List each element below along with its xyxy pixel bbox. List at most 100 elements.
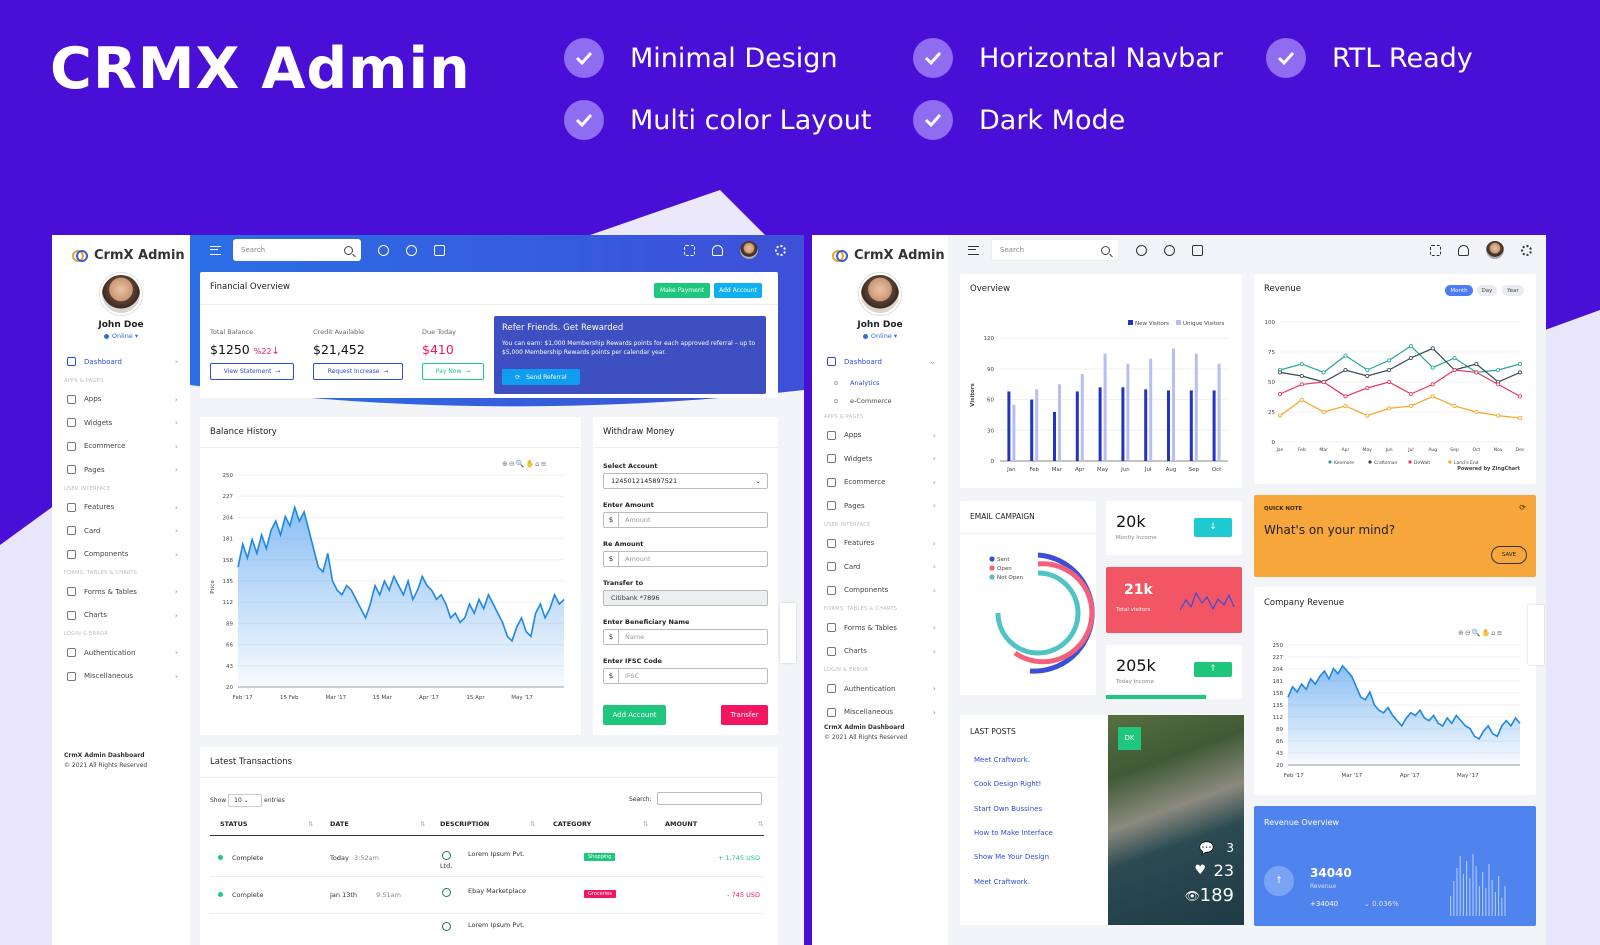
topbar-avatar[interactable] <box>1486 241 1504 259</box>
sidebar-item-card[interactable]: Card › <box>52 519 190 543</box>
sidebar-subitem-e-commerce[interactable]: e-Commerce <box>812 392 948 410</box>
ifsc-input[interactable]: $ IFSC <box>603 668 768 684</box>
sidebar-item-miscellaneous[interactable]: Miscellaneous › <box>812 701 948 725</box>
sidebar-item-forms-tables[interactable]: Forms & Tables › <box>812 616 948 640</box>
table-search-input[interactable] <box>657 792 762 805</box>
post-photo[interactable]: DK 💬 3 ♥ 23 👁 189 <box>1108 715 1244 925</box>
column-header-description[interactable]: DESCRIPTION <box>440 820 489 828</box>
fullscreen-icon[interactable] <box>1430 244 1441 256</box>
chat-icon[interactable] <box>378 244 389 256</box>
search-input[interactable]: Search <box>233 239 361 261</box>
sidebar-item-forms-tables[interactable]: Forms & Tables › <box>52 580 190 604</box>
sort-icon[interactable]: ⇅ <box>420 820 425 828</box>
refresh-icon[interactable]: ⟳ <box>1519 503 1526 512</box>
tab-day[interactable]: Day <box>1477 285 1497 296</box>
user-status[interactable]: Online ▾ <box>812 332 948 340</box>
amount-input[interactable]: $ Amount <box>603 512 768 528</box>
column-header-amount[interactable]: AMOUNT <box>665 820 697 828</box>
menu-icon[interactable] <box>210 245 221 255</box>
user-status[interactable]: Online ▾ <box>52 332 190 340</box>
sidebar-item-components[interactable]: Components › <box>52 543 190 567</box>
add-account-button[interactable]: Add Account <box>714 283 762 298</box>
tab-year[interactable]: Year <box>1502 285 1524 296</box>
description-text: Ltd. <box>440 862 453 870</box>
x-tick-label: Feb '17 <box>233 695 253 701</box>
page-size-select[interactable]: 10 ⌄ <box>228 794 263 807</box>
menu-icon[interactable] <box>968 245 979 255</box>
topbar-avatar[interactable] <box>740 241 758 259</box>
avatar[interactable] <box>100 273 142 315</box>
sidebar-item-components[interactable]: Components › <box>812 579 948 603</box>
sidebar-item-charts[interactable]: Charts › <box>52 604 190 628</box>
chevron-icon: › <box>932 707 936 717</box>
sidebar-item-miscellaneous[interactable]: Miscellaneous › <box>52 665 190 689</box>
send-referral-button[interactable]: ⟳ Send Referral <box>502 369 580 385</box>
sidebar-item-apps[interactable]: Apps › <box>812 424 948 448</box>
clipboard-icon[interactable] <box>1192 244 1203 256</box>
floating-tools[interactable] <box>780 603 796 663</box>
re-amount-input[interactable]: $ Amount <box>603 551 768 567</box>
sidebar-item-widgets[interactable]: Widgets › <box>812 447 948 471</box>
quick-note-input[interactable]: What's on your mind? <box>1264 523 1395 537</box>
account-select[interactable]: 1245012145897521 ⌄ <box>603 473 768 489</box>
at-icon[interactable] <box>1164 244 1175 256</box>
column-header-date[interactable]: DATE <box>330 820 349 828</box>
pages-icon <box>67 465 76 475</box>
add-account-submit-button[interactable]: Add Account <box>603 705 666 725</box>
sidebar-item-card[interactable]: Card › <box>812 555 948 579</box>
column-header-status[interactable]: STATUS <box>220 820 248 828</box>
heart-icon[interactable]: ♥ <box>1194 863 1206 878</box>
sidebar-item-ecommerce[interactable]: Ecommerce › <box>52 435 190 459</box>
sidebar-item-dashboard[interactable]: Dashboard ⌄ <box>812 350 948 374</box>
sidebar-item-ecommerce[interactable]: Ecommerce › <box>812 471 948 495</box>
pay-now-button[interactable]: Pay Now → <box>422 363 484 380</box>
sidebar-item-dashboard[interactable]: Dashboard › <box>52 350 190 374</box>
transfer-button[interactable]: Transfer <box>721 705 768 725</box>
beneficiary-input[interactable]: $ Name <box>603 629 768 645</box>
sidebar-item-charts[interactable]: Charts › <box>812 640 948 664</box>
re-amount-placeholder: Amount <box>625 555 651 563</box>
floating-tools[interactable] <box>1528 605 1544 665</box>
sort-icon[interactable]: ⇅ <box>308 820 313 828</box>
bell-icon[interactable] <box>712 244 723 256</box>
avatar[interactable] <box>859 273 901 315</box>
post-link[interactable]: Start Own Bussines <box>974 805 1042 813</box>
search-icon[interactable] <box>344 245 353 255</box>
sort-icon[interactable]: ⇅ <box>758 820 763 828</box>
sidebar-item-authentication[interactable]: Authentication › <box>812 677 948 701</box>
gear-icon[interactable] <box>775 244 786 256</box>
search-input[interactable]: Search <box>991 239 1119 261</box>
sidebar-item-features[interactable]: Features › <box>52 496 190 520</box>
post-link[interactable]: Meet Craftwork. <box>974 756 1030 764</box>
sidebar-item-pages[interactable]: Pages › <box>52 458 190 482</box>
sidebar-item-apps[interactable]: Apps › <box>52 388 190 412</box>
sort-icon[interactable]: ⇅ <box>530 820 535 828</box>
fullscreen-icon[interactable] <box>684 244 695 256</box>
at-icon[interactable] <box>406 244 417 256</box>
post-link[interactable]: Cook Design Right! <box>974 780 1041 788</box>
bell-icon[interactable] <box>1458 244 1469 256</box>
chat-icon[interactable] <box>1136 244 1147 256</box>
sidebar-item-widgets[interactable]: Widgets › <box>52 411 190 435</box>
chart-toolbar[interactable]: ⊕⊖🔍✋⌂≡ <box>1458 629 1503 637</box>
gear-icon[interactable] <box>1521 244 1532 256</box>
sidebar-item-pages[interactable]: Pages › <box>812 494 948 518</box>
sidebar-logo[interactable]: CrmX Admin <box>52 235 190 267</box>
request-increase-button[interactable]: Request Increase → <box>313 363 403 380</box>
sidebar-subitem-analytics[interactable]: Analytics <box>812 374 948 392</box>
tab-month[interactable]: Month <box>1445 285 1473 296</box>
search-icon[interactable] <box>1101 245 1110 255</box>
sort-icon[interactable]: ⇅ <box>643 820 648 828</box>
post-link[interactable]: How to Make Interface <box>974 829 1053 837</box>
sidebar-item-label: Dashboard <box>84 357 122 366</box>
sidebar-logo[interactable]: CrmX Admin <box>812 235 948 267</box>
sidebar-item-authentication[interactable]: Authentication › <box>52 641 190 665</box>
post-link[interactable]: Show Me Your Design <box>974 853 1049 861</box>
clipboard-icon[interactable] <box>434 244 445 256</box>
sidebar-item-features[interactable]: Features › <box>812 532 948 556</box>
make-payment-button[interactable]: Make Payment <box>654 283 710 298</box>
save-button[interactable]: SAVE <box>1491 546 1527 564</box>
post-link[interactable]: Meet Craftwork. <box>974 878 1030 886</box>
view-statement-button[interactable]: View Statement → <box>210 363 294 380</box>
column-header-category[interactable]: CATEGORY <box>553 820 591 828</box>
